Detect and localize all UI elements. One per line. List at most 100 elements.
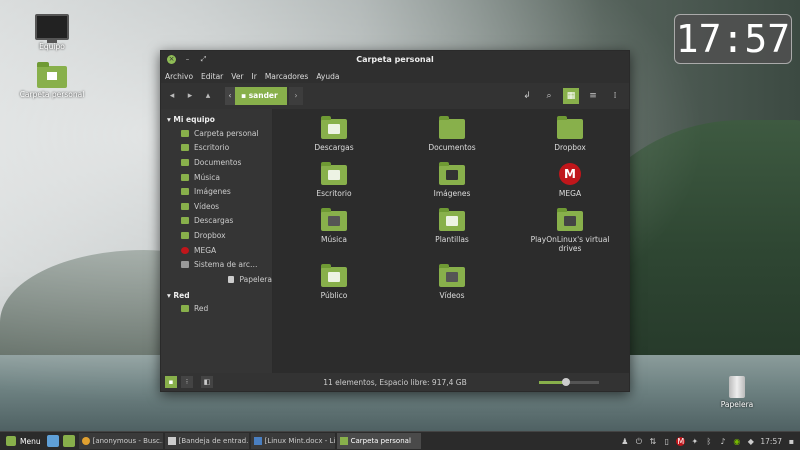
drive-icon xyxy=(181,261,189,269)
menu-button[interactable]: Menu xyxy=(0,432,47,450)
sidebar-item-musica[interactable]: Música xyxy=(161,170,272,185)
power-icon[interactable]: ⏻ xyxy=(634,437,643,446)
menu-ir[interactable]: Ir xyxy=(252,72,257,81)
path-label: sander xyxy=(248,91,278,100)
network-icon[interactable]: ⇅ xyxy=(648,437,657,446)
mega-tray-icon[interactable]: M xyxy=(676,436,686,446)
mint-logo-icon xyxy=(6,436,16,446)
up-icon[interactable]: ▴ xyxy=(201,89,215,103)
compact-view-icon[interactable]: ⁞ xyxy=(607,88,623,104)
trash-icon xyxy=(729,376,745,398)
sidebar-item-mega[interactable]: MEGA xyxy=(161,243,272,258)
updates-shield-icon[interactable]: ◆ xyxy=(746,437,755,446)
volume-icon[interactable]: ♪ xyxy=(718,437,727,446)
file-item-musica[interactable]: Música xyxy=(289,208,379,244)
menu-ayuda[interactable]: Ayuda xyxy=(316,72,339,81)
toggle-location-icon[interactable]: ↲ xyxy=(519,88,535,104)
list-view-icon[interactable]: ≡ xyxy=(585,88,601,104)
bluetooth-icon[interactable]: ᛒ xyxy=(704,437,713,446)
icon-view-icon[interactable]: ▦ xyxy=(563,88,579,104)
music-folder-icon xyxy=(321,208,347,231)
sidebar-item-carpeta-personal[interactable]: Carpeta personal xyxy=(161,126,272,141)
public-folder-icon xyxy=(321,264,347,287)
desktop-icon-equipo[interactable]: Equipo xyxy=(17,14,87,51)
forward-icon[interactable]: ▸ xyxy=(183,89,197,103)
sidebar-item-label: Música xyxy=(194,172,220,182)
menu-ver[interactable]: Ver xyxy=(231,72,243,81)
user-icon[interactable]: ♟ xyxy=(620,437,629,446)
file-item-dropbox[interactable]: Dropbox xyxy=(525,116,615,152)
task-chrome[interactable]: [anonymous - Busc… xyxy=(78,433,163,449)
clock-desklet: 17:57 xyxy=(674,14,792,64)
path-right-icon[interactable]: › xyxy=(289,87,303,105)
file-item-publico[interactable]: Público xyxy=(289,264,379,300)
task-document[interactable]: [Linux Mint.docx - Li… xyxy=(250,433,335,449)
menu-label: Menu xyxy=(20,436,41,446)
taskbar-clock[interactable]: 17:57 xyxy=(760,437,782,446)
sidebar-item-documentos[interactable]: Documentos xyxy=(161,155,272,170)
dropbox-tray-icon[interactable]: ✦ xyxy=(690,437,699,446)
file-label: Descargas xyxy=(314,143,354,152)
file-item-imagenes[interactable]: Imágenes xyxy=(407,162,497,198)
desktop-icon-home[interactable]: Carpeta personal xyxy=(17,62,87,99)
file-item-mega[interactable]: M MEGA xyxy=(525,163,615,198)
sidebar-item-escritorio[interactable]: Escritorio xyxy=(161,141,272,156)
battery-icon[interactable]: ▯ xyxy=(662,437,671,446)
show-desktop-icon[interactable] xyxy=(46,435,59,447)
breadcrumb: ‹ ▪ sander › xyxy=(225,87,303,105)
nvidia-icon[interactable]: ◉ xyxy=(732,437,741,446)
home-icon xyxy=(181,129,189,137)
file-label: Vídeos xyxy=(439,291,465,300)
file-item-documentos[interactable]: Documentos xyxy=(407,116,497,152)
task-label: Carpeta personal xyxy=(350,437,411,445)
files-launcher-icon[interactable] xyxy=(62,435,75,447)
sidebar-item-descargas[interactable]: Descargas xyxy=(161,214,272,229)
sidebar: ▾ Mi equipo Carpeta personal Escritorio … xyxy=(161,109,273,373)
file-item-plantillas[interactable]: Plantillas xyxy=(407,208,497,244)
menu-archivo[interactable]: Archivo xyxy=(165,72,193,81)
file-item-playonlinux[interactable]: PlayOnLinux's virtual drives xyxy=(525,208,615,253)
sidebar-item-label: Vídeos xyxy=(194,201,220,211)
desktop-icon-trash[interactable]: Papelera xyxy=(702,376,772,409)
task-mail[interactable]: [Bandeja de entrad… xyxy=(164,433,249,449)
path-button-current[interactable]: ▪ sander xyxy=(235,87,287,105)
menu-marcadores[interactable]: Marcadores xyxy=(265,72,309,81)
sidebar-section-red[interactable]: ▾ Red xyxy=(161,289,272,302)
chrome-icon xyxy=(81,437,90,445)
sidebar-item-red[interactable]: Red xyxy=(161,302,272,317)
dropbox-folder-icon xyxy=(181,231,189,239)
videos-folder-icon xyxy=(181,202,189,210)
downloads-folder-icon xyxy=(321,116,347,139)
desktop-icon-label: Papelera xyxy=(720,400,754,409)
file-item-escritorio[interactable]: Escritorio xyxy=(289,162,379,198)
path-left-icon[interactable]: ‹ xyxy=(225,87,235,105)
sidebar-item-dropbox[interactable]: Dropbox xyxy=(161,228,272,243)
sidebar-item-imagenes[interactable]: Imágenes xyxy=(161,184,272,199)
pictures-folder-icon xyxy=(181,188,189,196)
show-desktop-corner-icon[interactable]: ▪ xyxy=(787,437,796,446)
documents-folder-icon xyxy=(181,158,189,166)
sidebar-item-videos[interactable]: Vídeos xyxy=(161,199,272,214)
task-carpeta-personal[interactable]: Carpeta personal xyxy=(336,433,421,449)
sidebar-item-label: Imágenes xyxy=(194,187,231,197)
sidebar-item-label: Papelera xyxy=(239,274,272,284)
zoom-slider[interactable] xyxy=(539,378,599,386)
back-icon[interactable]: ◂ xyxy=(165,89,179,103)
file-manager-window: × – ⤢ Carpeta personal Archivo Editar Ve… xyxy=(160,50,630,392)
window-title: Carpeta personal xyxy=(356,55,434,64)
sidebar-item-label: Documentos xyxy=(194,157,242,167)
sidebar-item-label: Carpeta personal xyxy=(194,128,259,138)
sidebar-item-label: Escritorio xyxy=(194,143,230,153)
file-item-videos[interactable]: Vídeos xyxy=(407,264,497,300)
sidebar-item-filesystem[interactable]: Sistema de arc… xyxy=(161,257,272,272)
home-folder-icon xyxy=(37,62,67,88)
sidebar-section-mi-equipo[interactable]: ▾ Mi equipo xyxy=(161,113,272,126)
search-icon[interactable]: ⌕ xyxy=(541,88,557,104)
zoom-slider-knob[interactable] xyxy=(562,378,570,386)
title-bar[interactable]: × – ⤢ Carpeta personal xyxy=(161,51,629,69)
file-item-descargas[interactable]: Descargas xyxy=(289,116,379,152)
sidebar-item-papelera[interactable]: Papelera xyxy=(161,272,272,287)
taskbar: Menu [anonymous - Busc… [Bandeja de entr… xyxy=(0,431,800,450)
task-label: [anonymous - Busc… xyxy=(92,437,163,445)
menu-editar[interactable]: Editar xyxy=(201,72,223,81)
